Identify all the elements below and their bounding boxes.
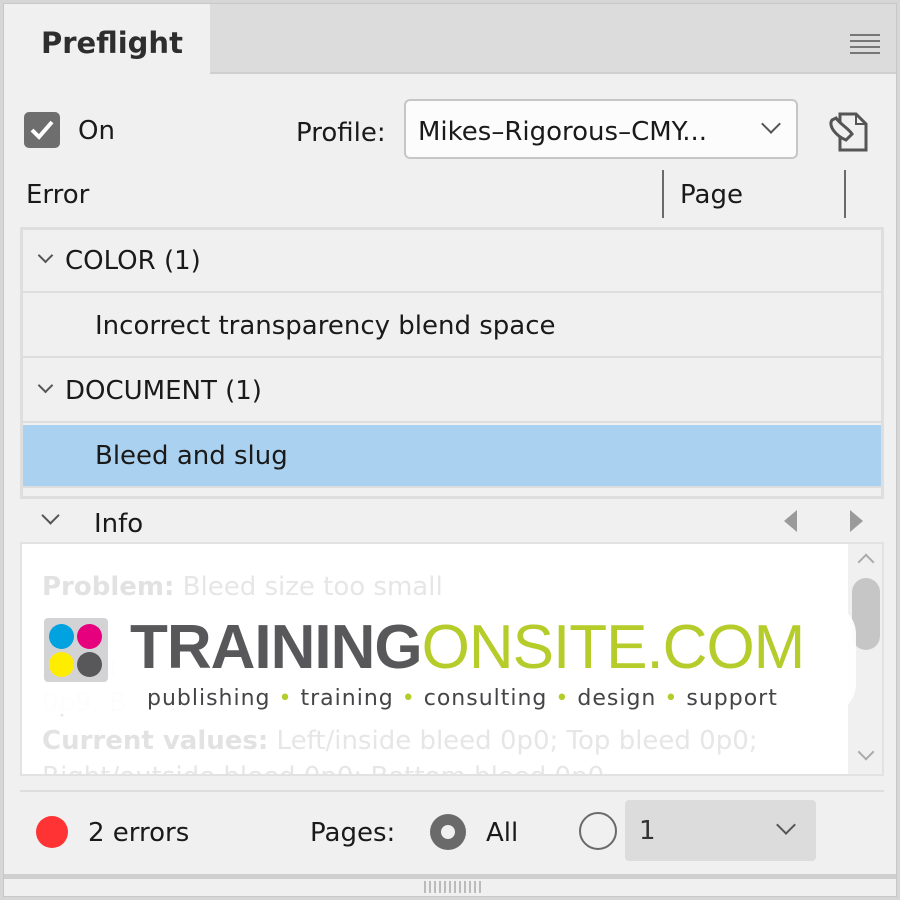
footer-divider [20, 790, 884, 792]
chevron-down-icon [761, 114, 781, 134]
group-label: COLOR (1) [65, 246, 201, 276]
profile-value: Mikes–Rigorous–CMY... [418, 117, 708, 147]
scroll-down-icon[interactable] [857, 743, 875, 761]
preflight-panel: Preflight On Profile: Mikes–Rigorous–CMY… [3, 3, 897, 897]
page-range-value: 1 [639, 816, 656, 846]
pages-all-label[interactable]: All [486, 818, 518, 848]
error-label: Incorrect transparency blend space [95, 311, 556, 341]
previous-error-arrow-icon[interactable] [784, 510, 797, 532]
scroll-thumb[interactable] [852, 578, 880, 650]
on-label: On [78, 116, 115, 146]
watermark-title: TRAININGONSITE.COM [130, 613, 805, 682]
chevron-down-icon [776, 815, 796, 835]
on-checkbox[interactable] [24, 112, 60, 148]
error-label: Bleed and slug [95, 441, 288, 471]
info-collapse-chevron-icon[interactable] [41, 506, 60, 525]
column-header-error[interactable]: Error [26, 180, 89, 210]
profile-dropdown[interactable]: Mikes–Rigorous–CMY... [404, 99, 798, 159]
scroll-up-icon[interactable] [857, 553, 875, 571]
info-line: Current values: Left/inside bleed 0p0; T… [42, 726, 758, 756]
column-header-page[interactable]: Page [680, 180, 743, 210]
tab-label: Preflight [41, 26, 183, 60]
watermark-tagline: publishing • training • consulting • des… [147, 686, 778, 711]
page-range-dropdown[interactable]: 1 [625, 800, 816, 861]
error-item[interactable]: Incorrect transparency blend space [23, 295, 881, 358]
error-count: 2 errors [88, 818, 190, 848]
tab-preflight[interactable]: Preflight [4, 4, 210, 76]
checkmark-icon [30, 120, 54, 140]
error-status-indicator-icon [36, 816, 68, 848]
profile-label: Profile: [296, 118, 386, 148]
trainingonsite-logo-icon [44, 618, 108, 682]
info-label: Info [94, 509, 144, 539]
pages-all-radio[interactable] [430, 814, 466, 850]
group-label: DOCUMENT (1) [65, 376, 262, 406]
info-line: Problem: Bleed size too small [42, 572, 443, 602]
column-divider[interactable] [844, 170, 846, 218]
error-list: COLOR (1) Incorrect transparency blend s… [20, 227, 884, 499]
chevron-down-icon[interactable] [37, 377, 54, 394]
panel-menu-icon[interactable] [850, 34, 880, 56]
define-profiles-icon[interactable] [824, 108, 872, 156]
info-line: Right/outside bleed 0p0; Bottom bleed 0p… [42, 762, 604, 774]
error-group-document[interactable]: DOCUMENT (1) [23, 360, 881, 423]
pages-label: Pages: [310, 818, 396, 848]
error-group-color[interactable]: COLOR (1) [23, 230, 881, 293]
chevron-down-icon[interactable] [37, 247, 54, 264]
error-item-selected[interactable]: Bleed and slug [23, 425, 881, 488]
next-error-arrow-icon[interactable] [850, 510, 863, 532]
column-divider[interactable] [662, 170, 664, 218]
resize-grip-icon[interactable] [424, 881, 482, 893]
pages-range-radio[interactable] [579, 812, 617, 850]
panel-tab-bar: Preflight [4, 4, 896, 76]
